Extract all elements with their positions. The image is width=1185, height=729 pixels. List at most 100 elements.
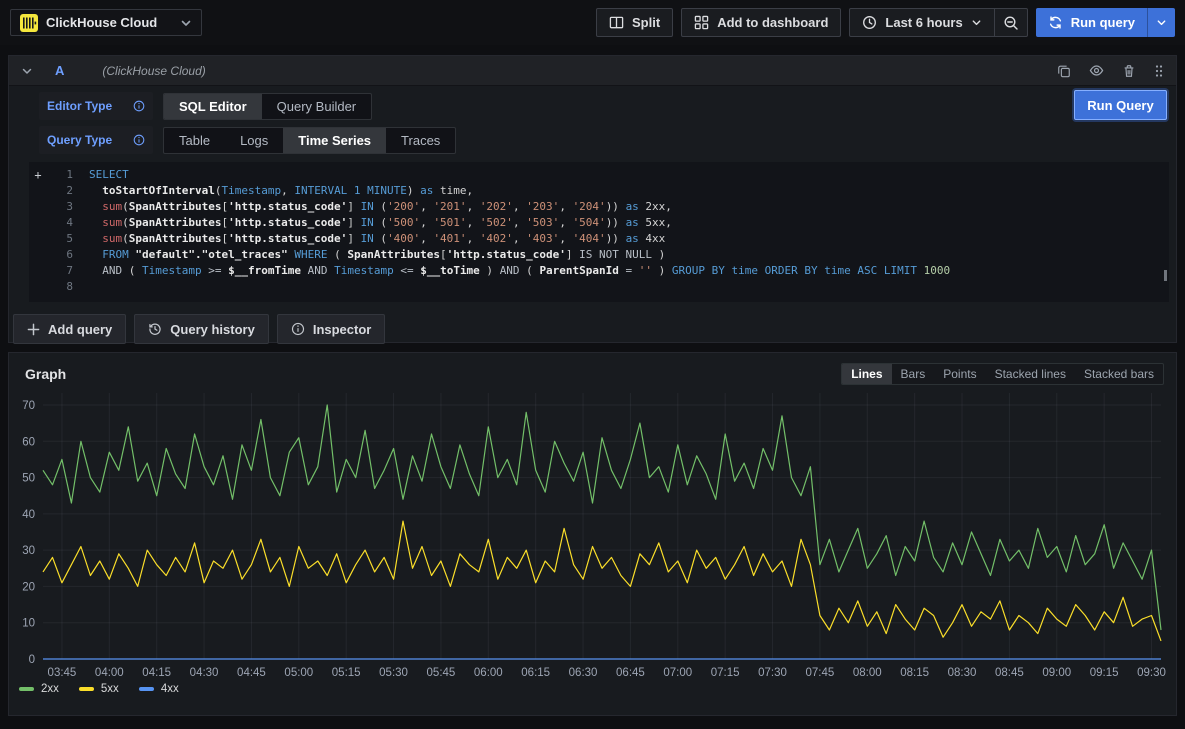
graph-panel-header: Graph LinesBarsPointsStacked linesStacke…: [9, 353, 1176, 387]
zoom-out-time-button[interactable]: [995, 8, 1028, 37]
query-datasource-hint: (ClickHouse Cloud): [102, 64, 205, 78]
clickhouse-logo-icon: [20, 14, 38, 32]
query-history-button[interactable]: Query history: [134, 314, 269, 344]
x-axis-tick-label: 08:45: [995, 667, 1024, 679]
editor-type-row: Editor Type SQL EditorQuery Builder: [39, 92, 1176, 120]
chevron-down-icon: [971, 17, 982, 28]
copy-icon[interactable]: [1057, 63, 1071, 78]
query-type-option-logs[interactable]: Logs: [225, 128, 283, 153]
x-axis-tick-label: 05:30: [379, 667, 408, 679]
sync-icon: [1048, 15, 1063, 30]
code-text: AND ( Timestamp >= $__fromTime AND Times…: [89, 263, 950, 279]
plus-icon: [27, 323, 40, 336]
legend-label: 2xx: [41, 683, 59, 695]
query-row-header[interactable]: A (ClickHouse Cloud): [9, 56, 1176, 86]
legend-swatch-2xx: [19, 687, 34, 691]
x-axis-tick-label: 04:00: [95, 667, 124, 679]
line-number: 8: [47, 279, 73, 295]
x-axis-tick-label: 09:30: [1137, 667, 1166, 679]
query-type-option-time-series[interactable]: Time Series: [283, 128, 386, 153]
query-type-toggle: TableLogsTime SeriesTraces: [163, 127, 456, 154]
editor-type-option-query-builder[interactable]: Query Builder: [262, 94, 371, 119]
explore-page: { "topbar": { "datasource": { "name": "C…: [0, 0, 1185, 729]
x-axis-tick-label: 04:45: [237, 667, 266, 679]
history-icon: [148, 322, 162, 336]
sql-code-editor[interactable]: +1SELECT2 toStartOfInterval(Timestamp, I…: [29, 162, 1169, 302]
info-icon[interactable]: [133, 134, 145, 146]
zoom-out-icon: [1003, 15, 1019, 31]
editor-type-label-chip: Editor Type: [39, 92, 153, 120]
line-number: 7: [47, 263, 73, 279]
x-axis-tick-label: 06:45: [616, 667, 645, 679]
editor-type-option-sql-editor[interactable]: SQL Editor: [164, 94, 262, 119]
add-to-dashboard-button[interactable]: Add to dashboard: [681, 8, 841, 37]
add-line-icon[interactable]: +: [29, 167, 47, 183]
datasource-picker[interactable]: ClickHouse Cloud: [10, 9, 202, 36]
legend-item-2xx[interactable]: 2xx: [19, 683, 59, 695]
collapse-chevron-icon[interactable]: [21, 65, 33, 77]
series-line-2xx[interactable]: [43, 405, 1161, 630]
add-to-dashboard-label: Add to dashboard: [717, 15, 828, 30]
code-line-2[interactable]: 2 toStartOfInterval(Timestamp, INTERVAL …: [29, 183, 1169, 199]
graph-mode-stacked-lines[interactable]: Stacked lines: [986, 364, 1075, 384]
code-line-8[interactable]: 8: [29, 279, 1169, 295]
x-axis-tick-label: 05:00: [284, 667, 313, 679]
toolbar-actions: Split Add to dashboard Last 6 hours: [596, 8, 1175, 37]
run-query-dropdown[interactable]: [1147, 8, 1175, 37]
code-text: sum(SpanAttributes['http.status_code'] I…: [89, 199, 672, 215]
eye-icon[interactable]: [1089, 63, 1104, 78]
legend-swatch-4xx: [139, 687, 154, 691]
explore-toolbar: ClickHouse Cloud Split Add to dashboard: [0, 0, 1185, 45]
add-query-button[interactable]: Add query: [13, 314, 126, 344]
trash-icon[interactable]: [1122, 63, 1136, 78]
query-history-label: Query history: [170, 322, 255, 337]
glyph-margin: [29, 263, 47, 279]
glyph-margin: [29, 247, 47, 263]
x-axis-tick-label: 08:00: [853, 667, 882, 679]
glyph-margin: [29, 215, 47, 231]
query-row-actions: [1057, 63, 1164, 78]
query-type-row: Query Type TableLogsTime SeriesTraces: [39, 126, 1176, 154]
code-text: sum(SpanAttributes['http.status_code'] I…: [89, 231, 665, 247]
code-text: SELECT: [89, 167, 129, 183]
time-range-button[interactable]: Last 6 hours: [849, 8, 994, 37]
inspector-button[interactable]: Inspector: [277, 314, 386, 344]
clock-icon: [862, 15, 877, 30]
code-line-4[interactable]: 4 sum(SpanAttributes['http.status_code']…: [29, 215, 1169, 231]
panel-run-query-button[interactable]: Run Query: [1074, 90, 1167, 120]
editor-overview-mark: [1164, 270, 1167, 281]
code-line-5[interactable]: 5 sum(SpanAttributes['http.status_code']…: [29, 231, 1169, 247]
query-type-option-traces[interactable]: Traces: [386, 128, 455, 153]
y-axis-tick-label: 60: [22, 436, 35, 448]
code-text: toStartOfInterval(Timestamp, INTERVAL 1 …: [89, 183, 473, 199]
chart-canvas[interactable]: 01020304050607003:4504:0004:1504:3004:45…: [17, 389, 1168, 681]
query-type-option-table[interactable]: Table: [164, 128, 225, 153]
line-number: 3: [47, 199, 73, 215]
code-line-7[interactable]: 7 AND ( Timestamp >= $__fromTime AND Tim…: [29, 263, 1169, 279]
graph-mode-lines[interactable]: Lines: [842, 364, 891, 384]
graph-mode-points[interactable]: Points: [934, 364, 985, 384]
y-axis-tick-label: 50: [22, 473, 35, 485]
code-line-1[interactable]: +1SELECT: [29, 167, 1169, 183]
glyph-margin: [29, 199, 47, 215]
x-axis-tick-label: 06:30: [569, 667, 598, 679]
graph-mode-stacked-bars[interactable]: Stacked bars: [1075, 364, 1163, 384]
time-picker-group: Last 6 hours: [849, 8, 1027, 37]
graph-mode-bars[interactable]: Bars: [892, 364, 935, 384]
run-query-button[interactable]: Run query: [1036, 8, 1147, 37]
code-line-6[interactable]: 6 FROM "default"."otel_traces" WHERE ( S…: [29, 247, 1169, 263]
y-axis-tick-label: 30: [22, 545, 35, 557]
x-axis-tick-label: 09:15: [1090, 667, 1119, 679]
legend-item-5xx[interactable]: 5xx: [79, 683, 119, 695]
info-icon[interactable]: [133, 100, 145, 112]
drag-handle-icon[interactable]: [1154, 63, 1164, 78]
x-axis-tick-label: 07:30: [758, 667, 787, 679]
glyph-margin: [29, 183, 47, 199]
code-text: sum(SpanAttributes['http.status_code'] I…: [89, 215, 672, 231]
y-axis-tick-label: 70: [22, 400, 35, 412]
legend-item-4xx[interactable]: 4xx: [139, 683, 179, 695]
query-ref-id: A: [55, 63, 64, 78]
split-button[interactable]: Split: [596, 8, 673, 37]
code-line-3[interactable]: 3 sum(SpanAttributes['http.status_code']…: [29, 199, 1169, 215]
time-series-chart[interactable]: 01020304050607003:4504:0004:1504:3004:45…: [17, 389, 1168, 681]
